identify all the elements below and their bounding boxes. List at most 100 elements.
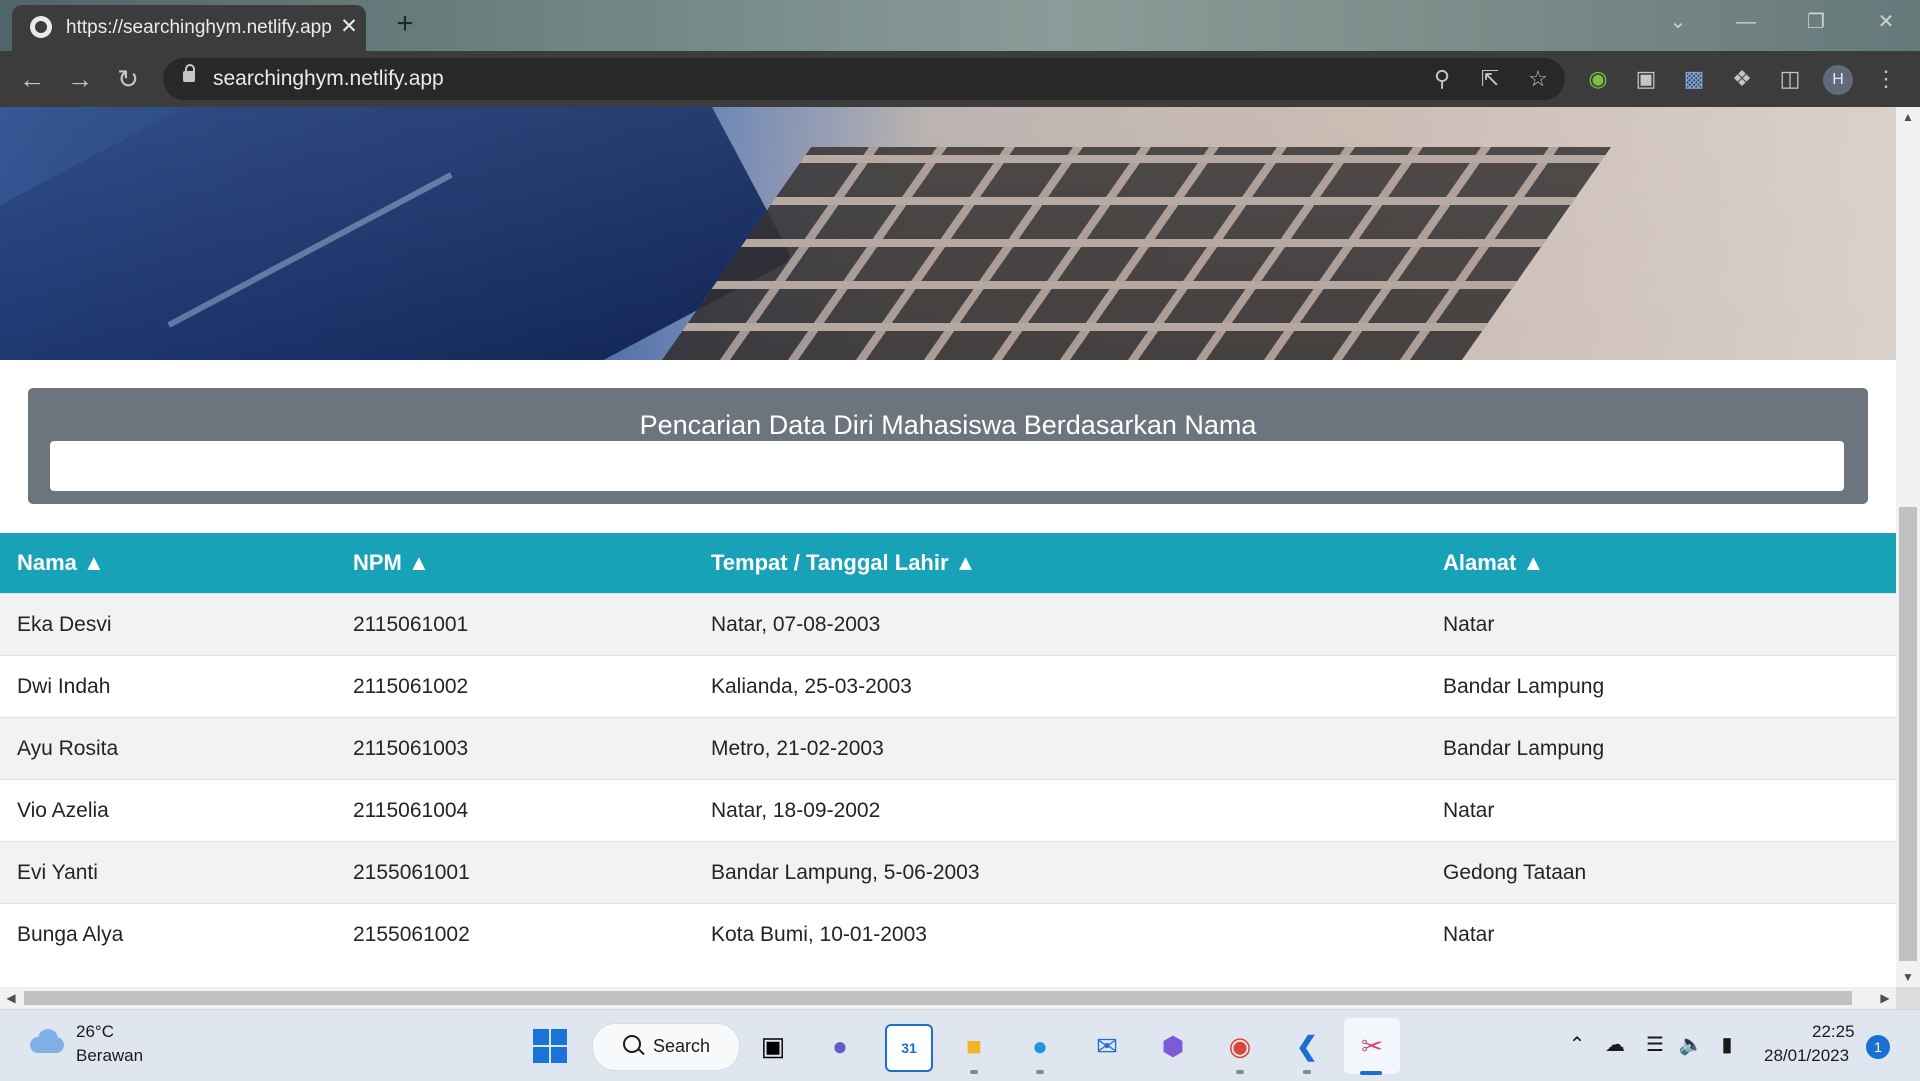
notification-badge[interactable]: 1 [1866,1035,1890,1059]
taskbar-search-label: Search [653,1036,711,1056]
calendar-app-icon[interactable]: 31 [885,1024,933,1072]
browser-tab[interactable]: https://searchinghym.netlify.app ✕ [12,5,366,51]
browser-tab-strip: https://searchinghym.netlify.app ✕ + ⌄ —… [0,0,1920,51]
extensions-puzzle-icon[interactable]: ❖ [1724,61,1760,97]
volume-icon[interactable]: 🔈 [1676,1030,1706,1060]
cell-npm: 2155061002 [336,903,694,965]
cell-ttl: Metro, 21-02-2003 [694,717,1426,780]
table-row: Eka Desvi 2115061001 Natar, 07-08-2003 N… [0,593,1896,656]
cell-npm: 2155061001 [336,841,694,904]
camera-extension-icon[interactable]: ▣ [1628,61,1664,97]
wifi-icon[interactable]: ☰ [1640,1030,1670,1060]
snipping-tool-app[interactable]: ✂ [1344,1018,1400,1074]
chrome-icon[interactable]: ◉ [1218,1024,1262,1068]
vertical-scroll-thumb[interactable] [1899,507,1917,961]
scroll-down-icon[interactable]: ▼ [1896,967,1920,987]
forward-button[interactable]: → [62,61,98,97]
file-explorer-icon[interactable]: ■ [952,1024,996,1068]
new-tab-button[interactable]: + [388,8,422,42]
scrollbar-corner [1896,987,1920,1009]
lock-icon[interactable] [183,64,195,82]
name-search-input[interactable] [50,441,1844,491]
cell-alamat: Bandar Lampung [1426,655,1896,718]
table-header-row: Nama ▲ NPM ▲ Tempat / Tanggal Lahir ▲ Al… [0,533,1896,594]
close-window-button[interactable]: ✕ [1866,4,1906,40]
cell-nama: Ayu Rosita [0,717,336,780]
cell-nama: Eka Desvi [0,593,336,656]
cell-ttl: Kalianda, 25-03-2003 [694,655,1426,718]
horizontal-scrollbar[interactable]: ◀ ▶ [0,987,1896,1009]
cell-ttl: Kota Bumi, 10-01-2003 [694,903,1426,965]
search-panel: Pencarian Data Diri Mahasiswa Berdasarka… [28,388,1868,504]
zoom-icon[interactable]: ⚲ [1427,64,1457,94]
share-icon[interactable]: ⇱ [1475,64,1505,94]
cell-nama: Vio Azelia [0,779,336,842]
hero-laptop-image [0,107,1896,360]
weather-temperature[interactable]: 26°C [76,1022,114,1042]
show-hidden-icons-icon[interactable]: ⌃ [1562,1030,1592,1060]
cell-npm: 2115061003 [336,717,694,780]
onedrive-cloud-icon[interactable]: ☁ [1600,1030,1630,1060]
sort-header-nama[interactable]: Nama ▲ [0,533,336,594]
cell-ttl: Natar, 07-08-2003 [694,593,1426,656]
browser-toolbar: ← → ↻ searchinghym.netlify.app ⚲ ⇱ ☆ ◉ ▣… [0,51,1920,107]
address-bar[interactable]: searchinghym.netlify.app ⚲ ⇱ ☆ [163,58,1565,100]
table-row: Ayu Rosita 2115061003 Metro, 21-02-2003 … [0,717,1896,780]
chat-teams-icon[interactable]: ● [818,1024,862,1068]
search-heading: Pencarian Data Diri Mahasiswa Berdasarka… [639,410,1257,440]
back-button[interactable]: ← [14,61,50,97]
scroll-left-icon[interactable]: ◀ [0,987,22,1009]
student-table: Nama ▲ NPM ▲ Tempat / Tanggal Lahir ▲ Al… [0,533,1896,965]
start-windows-icon[interactable] [533,1029,567,1063]
windows-taskbar: 26°C Berawan Search ▣ ● 31 ■ ● ✉ ⬢ ◉ ❮ ✂… [0,1009,1920,1081]
cell-nama: Evi Yanti [0,841,336,904]
tab-search-icon[interactable]: ⌄ [1658,4,1698,40]
vscode-icon[interactable]: ❮ [1285,1024,1329,1068]
clock-time[interactable]: 22:25 [1812,1022,1855,1042]
profile-avatar[interactable]: H [1823,65,1853,95]
scroll-right-icon[interactable]: ▶ [1874,987,1896,1009]
table-row: Dwi Indah 2115061002 Kalianda, 25-03-200… [0,655,1896,718]
sort-header-npm[interactable]: NPM ▲ [336,533,694,594]
table-row: Vio Azelia 2115061004 Natar, 18-09-2002 … [0,779,1896,842]
clock-date[interactable]: 28/01/2023 [1764,1046,1849,1066]
copilot-app-icon[interactable]: ⬢ [1151,1024,1195,1068]
globe-icon [30,16,52,38]
minimize-button[interactable]: — [1726,4,1766,40]
task-view-icon[interactable]: ▣ [751,1024,795,1068]
vertical-scrollbar[interactable]: ▲ ▼ [1896,107,1920,987]
taskbar-search-button[interactable]: Search [592,1023,740,1071]
browser-menu-icon[interactable]: ⋮ [1868,61,1904,97]
active-app-indicator [1360,1071,1382,1075]
url-text[interactable]: searchinghym.netlify.app [213,67,444,91]
table-row: Bunga Alya 2155061002 Kota Bumi, 10-01-2… [0,903,1896,965]
cell-nama: Dwi Indah [0,655,336,718]
bookmark-star-icon[interactable]: ☆ [1523,64,1553,94]
extension-puzzle-color-icon[interactable]: ◉ [1580,61,1616,97]
battery-icon[interactable]: ▮ [1712,1030,1742,1060]
translate-extension-icon[interactable]: ▩ [1676,61,1712,97]
mail-icon[interactable]: ✉ [1085,1024,1129,1068]
search-icon [623,1035,641,1053]
horizontal-scroll-thumb[interactable] [24,991,1852,1005]
scroll-up-icon[interactable]: ▲ [1896,107,1920,127]
cloud-weather-icon[interactable] [26,1029,66,1055]
tab-close-button[interactable]: ✕ [336,13,362,41]
restore-button[interactable]: ❐ [1796,4,1836,40]
cell-npm: 2115061001 [336,593,694,656]
side-panel-icon[interactable]: ◫ [1772,61,1808,97]
tab-title: https://searchinghym.netlify.app [66,17,332,38]
reload-button[interactable]: ↻ [110,61,146,97]
cell-npm: 2115061004 [336,779,694,842]
cell-alamat: Gedong Tataan [1426,841,1896,904]
sort-header-alamat[interactable]: Alamat ▲ [1426,533,1896,594]
table-row: Evi Yanti 2155061001 Bandar Lampung, 5-0… [0,841,1896,904]
edge-browser-icon[interactable]: ● [1018,1024,1062,1068]
cell-nama: Bunga Alya [0,903,336,965]
cell-alamat: Bandar Lampung [1426,717,1896,780]
cell-alamat: Natar [1426,779,1896,842]
cell-ttl: Bandar Lampung, 5-06-2003 [694,841,1426,904]
cell-ttl: Natar, 18-09-2002 [694,779,1426,842]
sort-header-ttl[interactable]: Tempat / Tanggal Lahir ▲ [694,533,1426,594]
weather-description[interactable]: Berawan [76,1046,143,1066]
